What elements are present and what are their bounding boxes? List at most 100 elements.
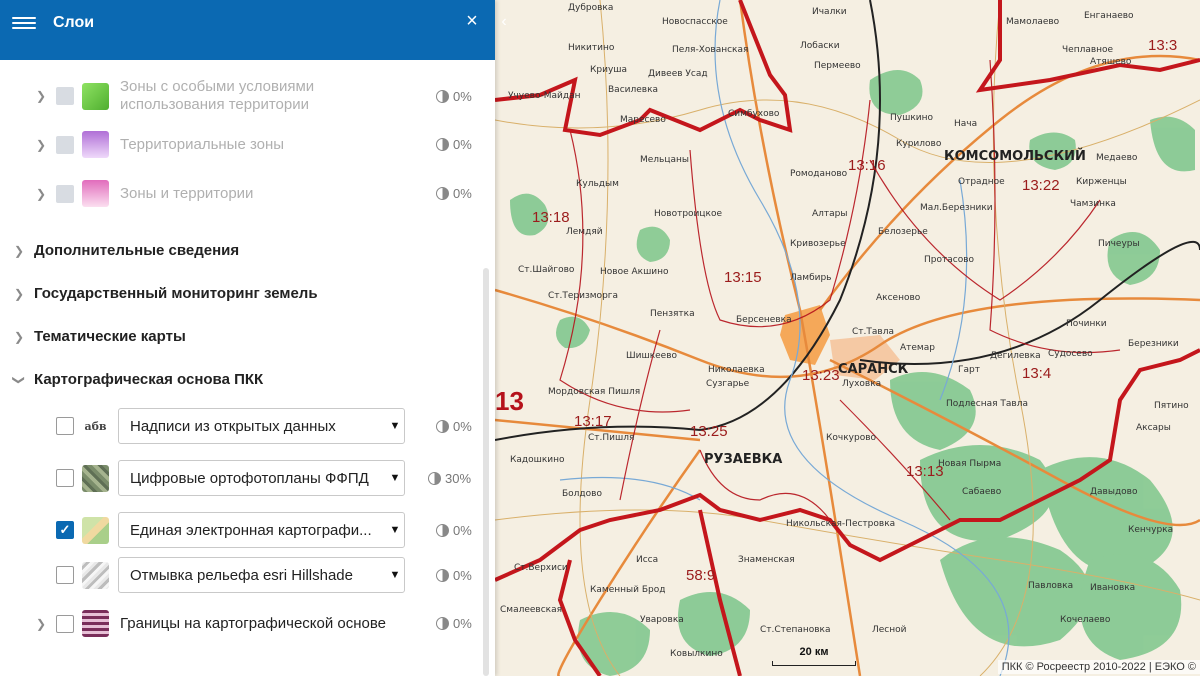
- town-label: Дегилевка: [990, 351, 1041, 361]
- panel-scrollbar[interactable]: [483, 268, 489, 676]
- chevron-right-icon[interactable]: ❯: [34, 138, 48, 152]
- town-label: Лобаски: [800, 41, 840, 51]
- basemap-select[interactable]: Единая электронная картографи... ▼: [118, 512, 405, 548]
- town-label: Лемдяй: [566, 227, 603, 237]
- town-label: Нача: [954, 119, 977, 129]
- town-label: Смалеевская: [500, 605, 562, 615]
- base-layer-row-hillshade: Отмывка рельефа esri Hillshade ▼ 0%: [0, 557, 480, 593]
- district-label: 13:25: [690, 423, 728, 440]
- hillshade-thumb-icon: [82, 561, 109, 589]
- panel-header: Слои ×: [0, 0, 495, 60]
- town-label: Павловка: [1028, 581, 1073, 591]
- layer-row-zones-territories: ❯ Зоны и территории 0%: [0, 180, 480, 207]
- town-label: Шишкеево: [626, 351, 678, 361]
- city-label[interactable]: КОМСОМОЛЬСКИЙ: [944, 148, 1086, 164]
- layer-checkbox[interactable]: [56, 87, 74, 105]
- chevron-right-icon[interactable]: ❯: [12, 330, 26, 344]
- city-label[interactable]: РУЗАЕВКА: [704, 452, 782, 467]
- layer-checkbox[interactable]: [56, 614, 74, 633]
- opacity-control[interactable]: 0%: [436, 419, 472, 434]
- town-label: Никольская-Пестровка: [786, 519, 895, 529]
- town-label: Пеля-Хованская: [672, 45, 748, 55]
- section-base-map[interactable]: ❯ Картографическая основа ПКК: [0, 371, 480, 388]
- town-label: Ковылкино: [670, 649, 723, 659]
- close-icon[interactable]: ×: [462, 11, 482, 31]
- town-label: Чамзинка: [1070, 199, 1116, 209]
- layer-label: Зоны и территории: [120, 184, 254, 202]
- opacity-control[interactable]: 0%: [436, 89, 472, 104]
- town-label: Атяшево: [1090, 57, 1132, 67]
- basemap-select[interactable]: Надписи из открытых данных ▼: [118, 408, 405, 444]
- layers-list[interactable]: ❯ Зоны с особыми условиями использования…: [0, 60, 495, 676]
- town-label: Василевка: [608, 85, 658, 95]
- town-label: Ичалки: [812, 7, 847, 17]
- opacity-control[interactable]: 0%: [436, 616, 472, 631]
- town-label: Сузгарье: [706, 379, 750, 389]
- layer-checkbox[interactable]: [56, 135, 74, 154]
- chevron-right-icon[interactable]: ❯: [34, 617, 48, 631]
- chevron-right-icon[interactable]: ❯: [34, 89, 48, 103]
- town-label: Ст.Верхиси: [514, 563, 568, 573]
- town-label: Симбухово: [728, 109, 780, 119]
- district-label: 13:23: [802, 367, 840, 384]
- town-label: Кирженцы: [1076, 177, 1127, 187]
- town-label: Кочелаево: [1060, 615, 1111, 625]
- layer-checkbox[interactable]: [56, 469, 74, 487]
- opacity-control[interactable]: 30%: [428, 471, 471, 486]
- opacity-icon: [428, 471, 441, 485]
- chevron-right-icon[interactable]: ❯: [12, 244, 26, 258]
- town-label: Ст.Тавла: [852, 327, 894, 337]
- section-thematic-maps[interactable]: ❯ Тематические карты: [0, 328, 480, 345]
- section-additional-info[interactable]: ❯ Дополнительные сведения: [0, 242, 480, 259]
- opacity-control[interactable]: 0%: [436, 568, 472, 583]
- town-label: Кочкурово: [826, 433, 876, 443]
- town-label: Пушкино: [890, 113, 933, 123]
- town-label: Маресево: [620, 115, 666, 125]
- town-label: Кенчурка: [1128, 525, 1173, 535]
- dropdown-caret-icon: ▼: [389, 472, 401, 484]
- basemap-select[interactable]: Цифровые ортофотопланы ФФПД ▼: [118, 460, 405, 496]
- chevron-right-icon[interactable]: ❯: [12, 287, 26, 301]
- collapse-panel-icon[interactable]: ‹: [496, 12, 512, 32]
- section-label: Картографическая основа ПКК: [34, 371, 264, 388]
- town-labels: Дубровка Новоспасское Ичалки Никитино Пе…: [500, 3, 1189, 659]
- layer-swatch: [82, 180, 109, 207]
- layer-row-boundaries: ❯ Границы на картографической основе 0%: [0, 610, 480, 637]
- opacity-control[interactable]: 0%: [436, 137, 472, 152]
- layer-checkbox[interactable]: [56, 417, 74, 435]
- opacity-control[interactable]: 0%: [436, 186, 472, 201]
- opacity-icon: [436, 187, 449, 200]
- chevron-right-icon[interactable]: ❯: [34, 187, 48, 201]
- town-label: Криуша: [590, 65, 627, 75]
- opacity-icon: [436, 523, 449, 537]
- dropdown-caret-icon: ▼: [389, 569, 401, 581]
- town-label: Пензятка: [650, 309, 695, 319]
- district-label: 13:15: [724, 269, 762, 286]
- opacity-control[interactable]: 0%: [436, 523, 472, 538]
- section-label: Государственный мониторинг земель: [34, 285, 318, 302]
- menu-icon[interactable]: [12, 14, 36, 34]
- town-label: Мордовская Пишля: [548, 387, 640, 397]
- town-label: Пичеуры: [1098, 239, 1140, 249]
- district-label: 13:16: [848, 157, 886, 174]
- orthophoto-thumb-icon: [82, 464, 109, 492]
- basemap-select[interactable]: Отмывка рельефа esri Hillshade ▼: [118, 557, 405, 593]
- town-label: Курилово: [896, 139, 942, 149]
- town-label: Никитино: [568, 43, 615, 53]
- town-label: Учуево-Майдан: [508, 91, 581, 101]
- map-attribution[interactable]: ПКК © Росреестр 2010-2022 | ЕЭКО ©: [997, 660, 1200, 674]
- dropdown-caret-icon: ▼: [389, 420, 401, 432]
- scale-bar-line: [772, 661, 856, 666]
- town-label: Енганаево: [1084, 11, 1134, 21]
- layer-row-territorial-zones: ❯ Территориальные зоны 0%: [0, 131, 480, 158]
- chevron-down-icon[interactable]: ❯: [12, 373, 26, 387]
- town-label: Кульдым: [576, 179, 619, 189]
- layer-checkbox[interactable]: [56, 566, 74, 584]
- section-monitoring[interactable]: ❯ Государственный мониторинг земель: [0, 285, 480, 302]
- city-label[interactable]: САРАНСК: [838, 362, 909, 377]
- layer-checkbox[interactable]: [56, 184, 74, 203]
- town-label: Подлесная Тавла: [946, 399, 1028, 409]
- layer-checkbox-checked[interactable]: ✓: [56, 521, 74, 539]
- town-label: Березники: [1128, 339, 1179, 349]
- town-label: Знаменская: [738, 555, 795, 565]
